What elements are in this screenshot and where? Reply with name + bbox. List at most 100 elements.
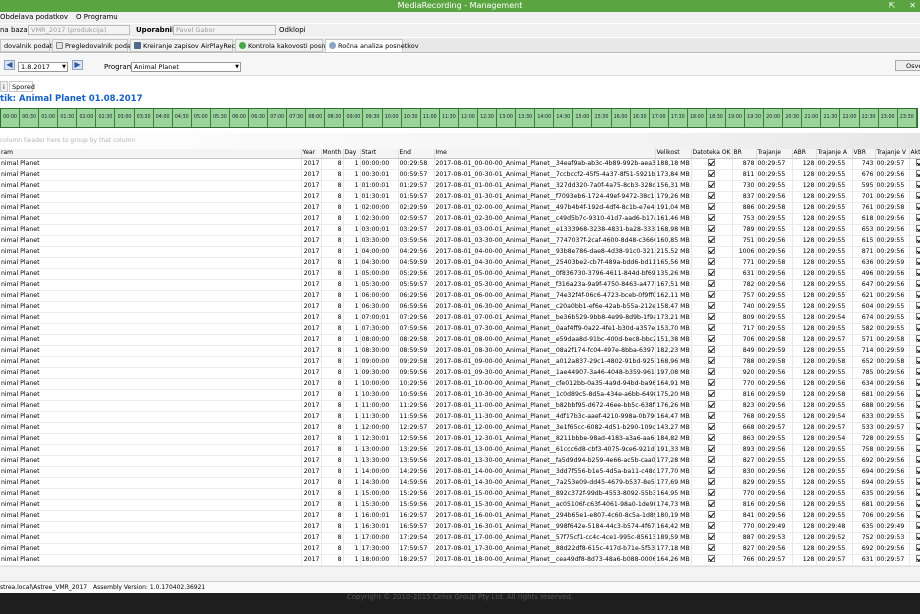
checkbox[interactable] bbox=[916, 279, 920, 287]
checkbox[interactable] bbox=[916, 202, 920, 210]
checkbox[interactable] bbox=[708, 466, 715, 474]
checkbox[interactable] bbox=[916, 400, 920, 408]
timeline-slot[interactable]: 16:30 bbox=[630, 109, 650, 127]
checkbox[interactable] bbox=[708, 389, 715, 397]
column-header[interactable]: Trajanje A bbox=[816, 149, 853, 159]
timeline-slot[interactable]: 07:30 bbox=[287, 109, 307, 127]
timeline-slot[interactable]: 21:00 bbox=[802, 109, 822, 127]
timeline-slot[interactable]: 20:30 bbox=[783, 109, 803, 127]
table-row[interactable]: nimal Planet 2017 8 1 06:30:00 06:59:56 2017-0… bbox=[0, 301, 920, 313]
table-row[interactable]: nimal Planet 2017 8 1 09:30:00 09:59:56 2017-0… bbox=[0, 367, 920, 379]
checkbox[interactable] bbox=[916, 477, 920, 485]
checkbox[interactable] bbox=[916, 345, 920, 353]
checkbox[interactable] bbox=[916, 246, 920, 254]
checkbox[interactable] bbox=[916, 554, 920, 562]
table-row[interactable]: nimal Planet 2017 8 1 12:30:01 12:59:56 2017-0… bbox=[0, 433, 920, 445]
table-row[interactable]: nimal Planet 2017 8 1 14:00:00 14:29:56 2017-0… bbox=[0, 466, 920, 478]
timeline-slot[interactable]: 03:00 bbox=[115, 109, 135, 127]
tab-kreiranje-zapisov[interactable]: Kreiranje zapisov AirPlayRecording bbox=[130, 39, 256, 52]
table-row[interactable]: nimal Planet 2017 8 1 10:30:00 10:59:56 2017-0… bbox=[0, 389, 920, 401]
checkbox[interactable] bbox=[916, 422, 920, 430]
checkbox[interactable] bbox=[916, 158, 920, 166]
checkbox[interactable] bbox=[708, 411, 715, 419]
checkbox[interactable] bbox=[708, 224, 715, 232]
checkbox[interactable] bbox=[708, 455, 715, 463]
checkbox[interactable] bbox=[916, 268, 920, 276]
table-row[interactable]: nimal Planet 2017 8 1 11:30:00 11:59:56 2017-0… bbox=[0, 411, 920, 423]
timeline-slot[interactable]: 04:00 bbox=[153, 109, 173, 127]
table-row[interactable]: nimal Planet 2017 8 1 10:00:00 10:29:56 2017-0… bbox=[0, 378, 920, 390]
checkbox[interactable] bbox=[916, 235, 920, 243]
timeline-slot[interactable]: 11:30 bbox=[439, 109, 459, 127]
timeline-slot[interactable]: 14:30 bbox=[554, 109, 574, 127]
checkbox[interactable] bbox=[708, 246, 715, 254]
table-row[interactable]: nimal Planet 2017 8 1 08:30:00 08:59:59 2017-0… bbox=[0, 345, 920, 357]
refresh-button[interactable]: Osve bbox=[895, 60, 920, 71]
table-row[interactable]: nimal Planet 2017 8 1 08:00:00 08:29:58 2017-0… bbox=[0, 334, 920, 346]
checkbox[interactable] bbox=[708, 378, 715, 386]
timeline-slot[interactable]: 10:00 bbox=[382, 109, 402, 127]
checkbox[interactable] bbox=[708, 477, 715, 485]
restore-icon[interactable]: ⇱ bbox=[889, 0, 896, 12]
timeline-slot[interactable]: 13:00 bbox=[497, 109, 517, 127]
column-header[interactable]: Datoteka OK bbox=[691, 149, 733, 159]
column-header[interactable]: Month bbox=[321, 149, 344, 159]
checkbox[interactable] bbox=[708, 356, 715, 364]
checkbox[interactable] bbox=[708, 301, 715, 309]
checkbox[interactable] bbox=[916, 378, 920, 386]
table-row[interactable]: nimal Planet 2017 8 1 03:30:00 03:59:56 2017-0… bbox=[0, 235, 920, 247]
checkbox[interactable] bbox=[708, 444, 715, 452]
timeline-slot[interactable]: 02:30 bbox=[96, 109, 116, 127]
timeline-slot[interactable]: 06:30 bbox=[249, 109, 269, 127]
checkbox[interactable] bbox=[708, 235, 715, 243]
table-row[interactable]: nimal Planet 2017 8 1 02:00:00 02:29:59 2017-0… bbox=[0, 202, 920, 214]
table-row[interactable]: nimal Planet 2017 8 1 01:30:01 01:59:57 2017-0… bbox=[0, 191, 920, 203]
menu-item-o-programu[interactable]: O Programu bbox=[76, 12, 118, 23]
checkbox[interactable] bbox=[916, 466, 920, 474]
timeline-slot[interactable]: 11:00 bbox=[420, 109, 440, 127]
checkbox[interactable] bbox=[708, 532, 715, 540]
checkbox[interactable] bbox=[916, 191, 920, 199]
table-row[interactable]: nimal Planet 2017 8 1 04:00:00 04:29:56 2017-0… bbox=[0, 246, 920, 258]
checkbox[interactable] bbox=[708, 345, 715, 353]
table-row[interactable]: nimal Planet 2017 8 1 18:00:00 18:29:57 2017-0… bbox=[0, 554, 920, 566]
checkbox[interactable] bbox=[916, 312, 920, 320]
user-select[interactable]: Pavel Gabor bbox=[173, 25, 276, 35]
timeline-slot[interactable]: 05:30 bbox=[210, 109, 230, 127]
timeline-slot[interactable]: 03:30 bbox=[134, 109, 154, 127]
timeline-slot[interactable]: 00:00 bbox=[1, 109, 21, 127]
checkbox[interactable] bbox=[916, 301, 920, 309]
table-row[interactable]: nimal Planet 2017 8 1 16:00:01 16:29:57 2017-0… bbox=[0, 510, 920, 522]
table-row[interactable]: nimal Planet 2017 8 1 06:00:00 06:29:56 2017-0… bbox=[0, 290, 920, 302]
checkbox[interactable] bbox=[708, 499, 715, 507]
checkbox[interactable] bbox=[916, 510, 920, 518]
checkbox[interactable] bbox=[916, 488, 920, 496]
tab-kontrola-kakovosti[interactable]: Kontrola kakovosti posnetkov bbox=[235, 39, 343, 52]
timeline-slot[interactable]: 22:00 bbox=[840, 109, 860, 127]
checkbox[interactable] bbox=[916, 257, 920, 265]
checkbox[interactable] bbox=[708, 334, 715, 342]
checkbox[interactable] bbox=[708, 510, 715, 518]
tab-i[interactable]: i bbox=[0, 81, 8, 92]
column-header[interactable]: ram bbox=[0, 149, 302, 159]
close-icon[interactable]: ✕ bbox=[909, 0, 916, 12]
timeline-slot[interactable]: 13:30 bbox=[516, 109, 536, 127]
checkbox[interactable] bbox=[708, 521, 715, 529]
table-row[interactable]: nimal Planet 2017 8 1 07:30:00 07:59:56 2017-0… bbox=[0, 323, 920, 335]
timeline-slot[interactable]: 01:00 bbox=[39, 109, 59, 127]
timeline-slot[interactable]: 19:30 bbox=[745, 109, 765, 127]
checkbox[interactable] bbox=[708, 488, 715, 496]
tab-dovalnik-podatkov[interactable]: dovalnik podatkov bbox=[0, 39, 64, 52]
timeline-slot[interactable]: 08:30 bbox=[325, 109, 345, 127]
table-row[interactable]: nimal Planet 2017 8 1 00:30:01 00:59:57 2017-0… bbox=[0, 169, 920, 181]
column-header[interactable]: Velikost bbox=[655, 149, 692, 159]
checkbox[interactable] bbox=[708, 202, 715, 210]
column-header[interactable]: BR bbox=[732, 149, 757, 159]
checkbox[interactable] bbox=[708, 433, 715, 441]
next-day-button[interactable]: ▶ bbox=[72, 60, 83, 70]
timeline-slot[interactable]: 08:00 bbox=[306, 109, 326, 127]
table-row[interactable]: nimal Planet 2017 8 1 13:00:00 13:29:56 2017-0… bbox=[0, 444, 920, 456]
checkbox[interactable] bbox=[916, 290, 920, 298]
checkbox[interactable] bbox=[708, 191, 715, 199]
timeline-slot[interactable]: 09:30 bbox=[363, 109, 383, 127]
